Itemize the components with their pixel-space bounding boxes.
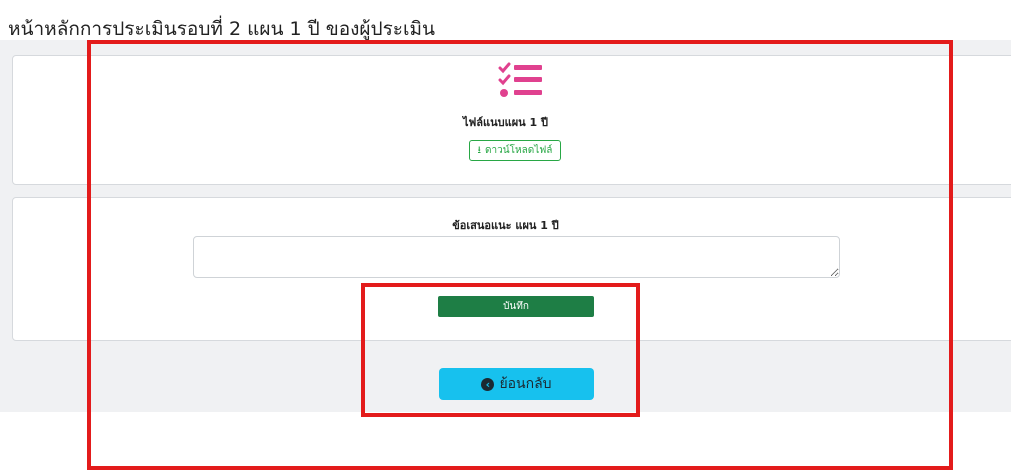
highlight-box-buttons bbox=[361, 283, 640, 417]
